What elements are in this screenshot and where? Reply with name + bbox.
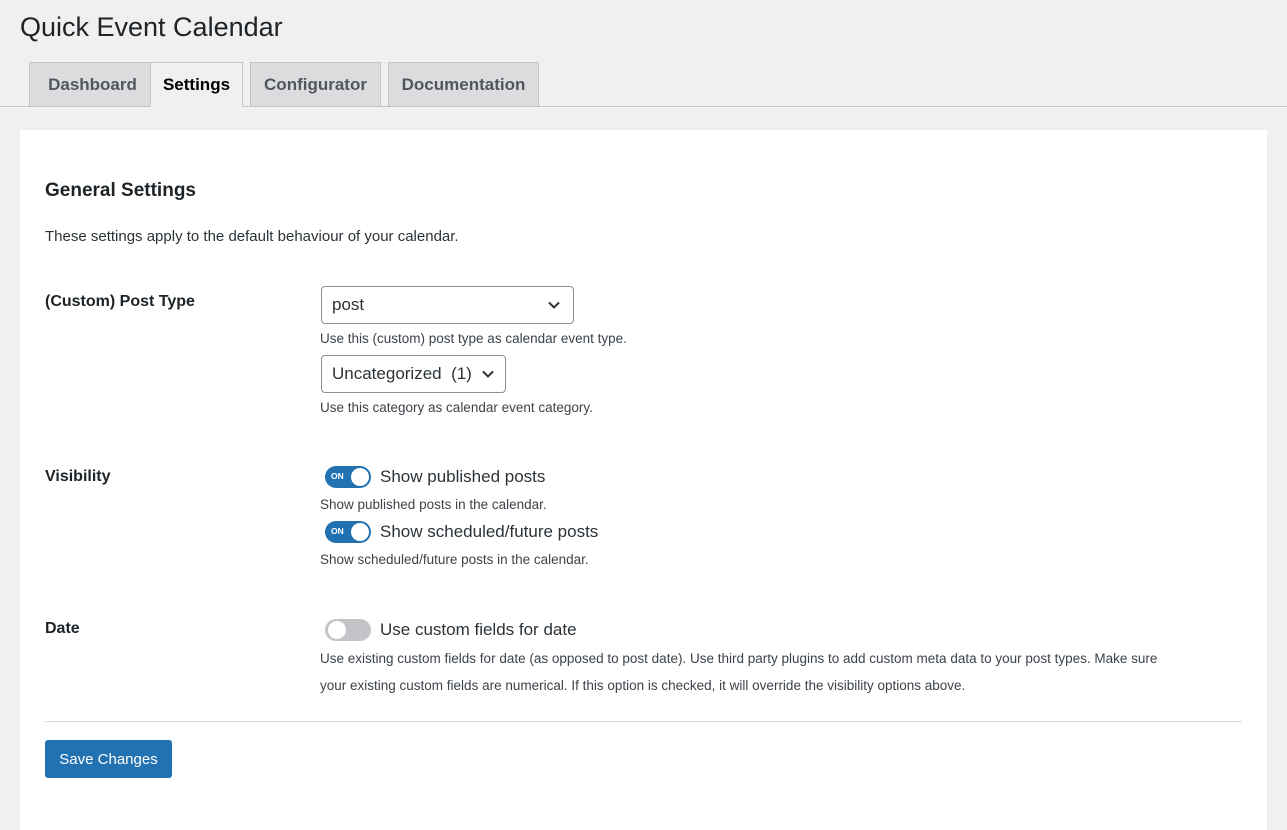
- category-select[interactable]: Uncategorized (1): [321, 355, 506, 393]
- tab-configurator[interactable]: Configurator: [250, 62, 381, 106]
- scheduled-toggle-row: ON Show scheduled/future posts: [325, 520, 598, 544]
- toggle-knob: [328, 621, 346, 639]
- scheduled-hint: Show scheduled/future posts in the calen…: [320, 552, 589, 567]
- post-type-label: (Custom) Post Type: [45, 293, 195, 310]
- section-description: These settings apply to the default beha…: [45, 228, 459, 245]
- custom-date-toggle-label: Use custom fields for date: [380, 620, 577, 639]
- custom-date-toggle-row: Use custom fields for date: [325, 618, 577, 642]
- visibility-label: Visibility: [45, 468, 111, 485]
- settings-panel: General Settings These settings apply to…: [20, 130, 1267, 830]
- published-toggle[interactable]: ON: [325, 466, 371, 488]
- post-type-select-value: post: [332, 295, 365, 314]
- scheduled-toggle[interactable]: ON: [325, 521, 371, 543]
- published-toggle-row: ON Show published posts: [325, 465, 545, 489]
- toggle-knob: [351, 468, 369, 486]
- date-label: Date: [45, 620, 80, 637]
- published-toggle-label: Show published posts: [380, 467, 546, 486]
- nav-tabs: Dashboard Settings Configurator Document…: [0, 62, 1287, 107]
- scheduled-toggle-label: Show scheduled/future posts: [380, 522, 599, 541]
- toggle-state-text: ON: [331, 526, 344, 536]
- toggle-knob: [351, 523, 369, 541]
- post-type-select[interactable]: post: [321, 286, 574, 324]
- chevron-down-icon: [482, 370, 494, 378]
- save-changes-button[interactable]: Save Changes: [45, 740, 172, 778]
- custom-date-hint-line1: Use existing custom fields for date (as …: [320, 651, 1158, 666]
- custom-date-hint-line2: your existing custom fields are numerica…: [320, 678, 966, 693]
- post-type-hint: Use this (custom) post type as calendar …: [320, 331, 627, 346]
- section-title: General Settings: [45, 180, 196, 201]
- chevron-down-icon: [548, 301, 560, 309]
- toggle-state-text: ON: [331, 471, 344, 481]
- divider: [45, 721, 1242, 722]
- tab-dashboard[interactable]: Dashboard: [29, 62, 156, 106]
- category-select-value: Uncategorized (1): [332, 364, 472, 383]
- published-hint: Show published posts in the calendar.: [320, 497, 547, 512]
- page-title: Quick Event Calendar: [20, 12, 283, 42]
- tab-documentation[interactable]: Documentation: [388, 62, 539, 106]
- tab-settings[interactable]: Settings: [150, 62, 243, 107]
- category-hint: Use this category as calendar event cate…: [320, 400, 593, 415]
- custom-date-toggle[interactable]: [325, 619, 371, 641]
